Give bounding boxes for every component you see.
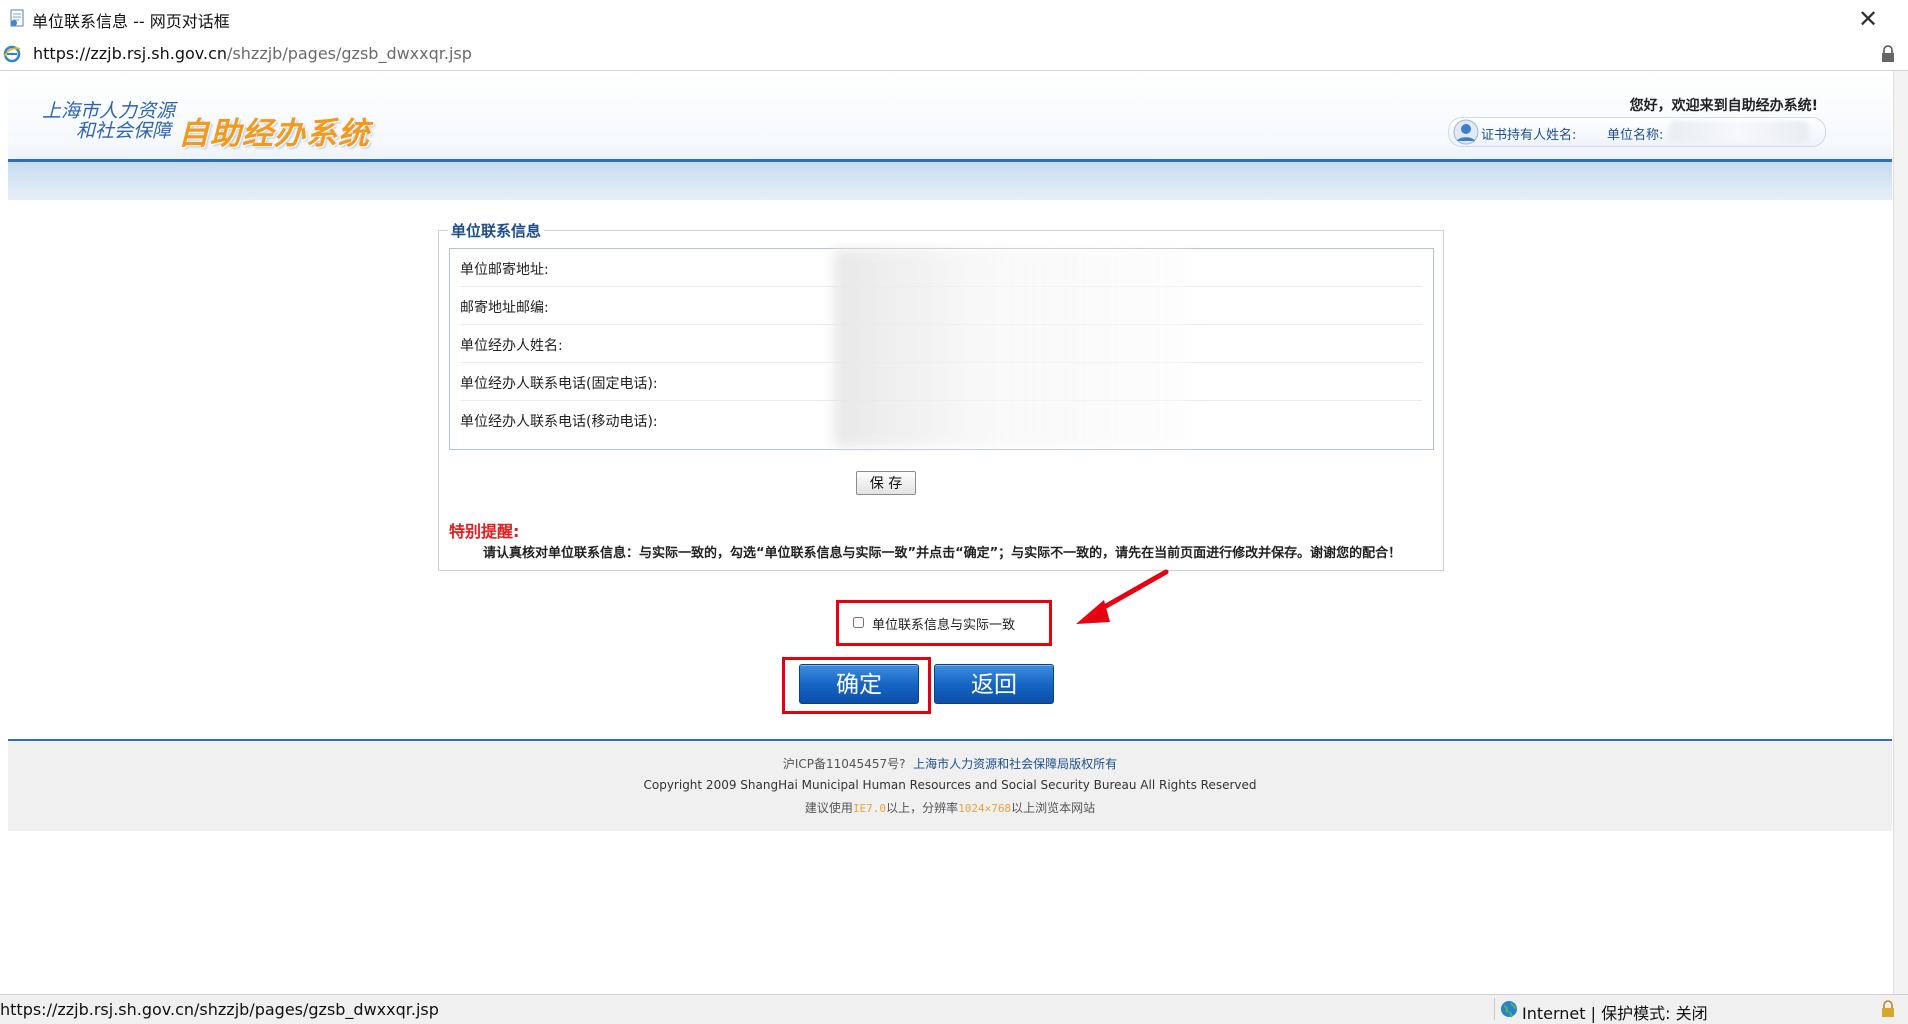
unit-name-label: 单位名称: [1607,128,1664,143]
red-arrow-icon [1076,569,1169,624]
notice-title: 特别提醒: [449,522,520,541]
dialog-title: 单位联系信息 -- 网页对话框 [32,12,230,31]
url-path: /shzzjb/pages/gzsb_dwxxqr.jsp [227,44,472,63]
address-bar: https://zzjb.rsj.sh.gov.cn/shzzjb/pages/… [0,38,1908,71]
info-consistent-checkbox[interactable] [853,617,864,628]
status-bar: https://zzjb.rsj.sh.gov.cn/shzzjb/pages/… [0,994,1908,1024]
globe-icon [1501,1001,1518,1018]
notice-text: 请认真核对单位联系信息：与实际一致的，勾选“单位联系信息与实际一致”并点击“确定… [483,546,1402,561]
mobile-phone-label: 单位经办人联系电话(移动电话): [460,414,658,430]
dialog-titlebar: 单位联系信息 -- 网页对话框 ✕ [0,0,1908,39]
footer-suggestion: 建议使用IE7.0以上，分辨率1024×768以上浏览本网站 [8,799,1892,816]
suggest-prefix: 建议使用 [804,801,853,815]
handler-name-label: 单位经办人姓名: [460,338,563,354]
confirm-button[interactable]: 确定 [799,664,919,704]
security-zone[interactable]: Internet | 保护模式: 关闭 [1522,1000,1708,1024]
nav-strip [8,162,1892,200]
lock-icon[interactable] [1880,45,1896,63]
status-url: https://zzjb.rsj.sh.gov.cn/shzzjb/pages/… [0,1000,439,1019]
site-footer: 沪ICP备11045457号? 上海市人力资源和社会保障局版权所有 Copyri… [8,741,1892,831]
fieldset-legend: 单位联系信息 [448,220,545,241]
welcome-text: 您好，欢迎来到自助经办系统! [1629,98,1818,114]
back-button[interactable]: 返回 [934,664,1054,704]
info-consistent-label[interactable]: 单位联系信息与实际一致 [872,614,1015,633]
padlock-icon [1882,1000,1894,1017]
redacted-values [834,249,1188,447]
icp-number: 沪ICP备11045457号? [782,757,906,771]
suggest-mid: 以上，分辨率 [886,801,959,815]
landline-phone-label: 单位经办人联系电话(固定电话): [460,376,658,392]
user-icon [1453,119,1479,145]
status-divider [1494,998,1495,1020]
address-url[interactable]: https://zzjb.rsj.sh.gov.cn/shzzjb/pages/… [33,44,472,63]
suggest-resolution: 1024×768 [958,802,1012,815]
postal-code-label: 邮寄地址邮编: [460,300,549,316]
footer-icp-line: 沪ICP备11045457号? 上海市人力资源和社会保障局版权所有 [8,755,1892,772]
user-info-bar: 证书持有人姓名: 单位名称: [1448,117,1826,147]
document-icon [10,9,24,27]
logo-line-1: 上海市人力资源 [42,100,176,122]
logo-line-2: 和社会保障 [76,120,172,142]
footer-copyright: Copyright 2009 ShangHai Municipal Human … [643,778,1257,792]
vertical-scrollbar[interactable] [1893,71,1908,994]
suggest-browser: IE7.0 [852,802,887,815]
suggest-suffix: 以上浏览本网站 [1011,801,1096,815]
bureau-logo: 上海市人力资源 和社会保障 [42,101,175,141]
owner-link[interactable]: 上海市人力资源和社会保障局版权所有 [913,757,1117,771]
mailing-address-label: 单位邮寄地址: [460,262,549,278]
unit-name-redacted [1669,121,1809,143]
save-button[interactable]: 保 存 [856,471,916,495]
page-content: 上海市人力资源 和社会保障 自助经办系统 您好，欢迎来到自助经办系统! 证书持有… [0,71,1908,994]
system-name: 自助经办系统 [178,116,370,152]
close-button[interactable]: ✕ [1852,4,1884,34]
url-host: https://zzjb.rsj.sh.gov.cn [33,44,228,63]
ie-icon [3,45,21,63]
cert-holder-label: 证书持有人姓名: [1481,128,1577,143]
